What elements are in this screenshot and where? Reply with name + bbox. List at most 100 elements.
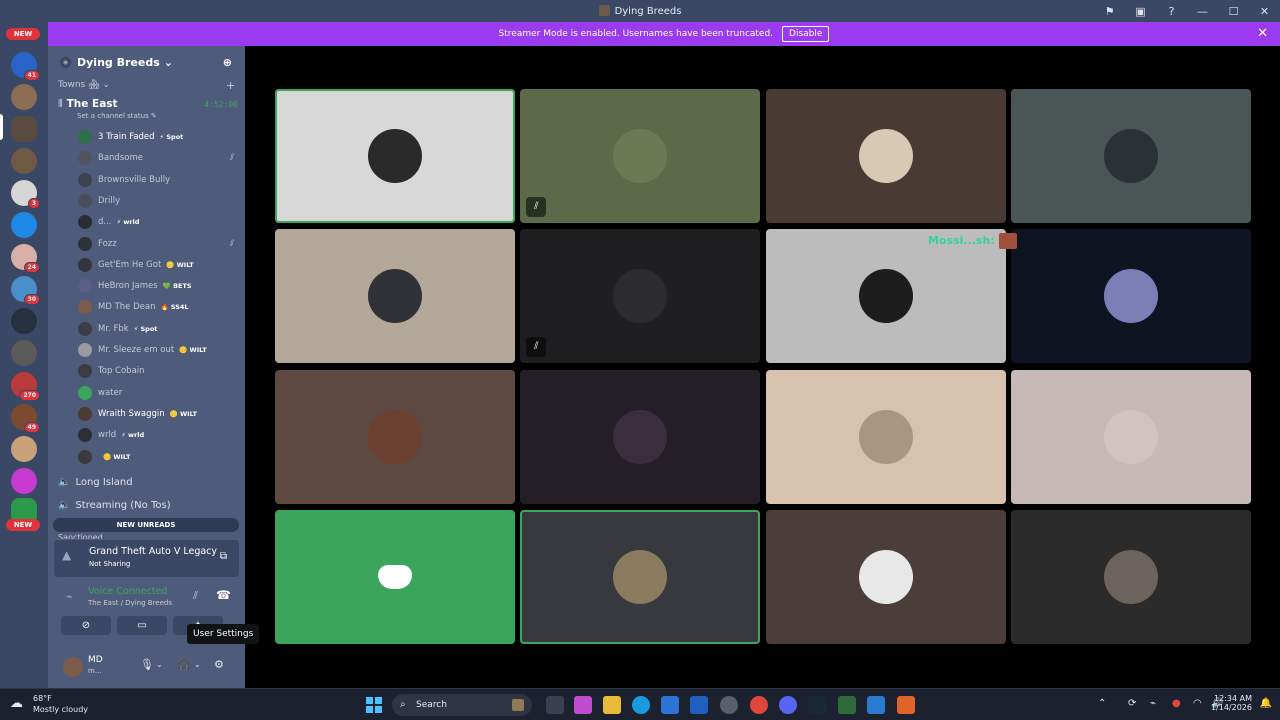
voice-member[interactable]: Drilly <box>78 191 238 211</box>
task-view-icon[interactable] <box>546 696 564 714</box>
video-tile[interactable] <box>1010 229 1251 364</box>
copilot-icon[interactable] <box>574 696 592 714</box>
video-tile[interactable] <box>765 509 1006 644</box>
voice-member[interactable]: water <box>78 383 238 403</box>
voice-member[interactable]: Brownsville Bully <box>78 170 238 190</box>
server-icon[interactable] <box>11 436 37 462</box>
voice-member[interactable]: MD The Dean 🔥 SS4L <box>78 297 238 317</box>
voice-member[interactable]: Fozz ⫽ <box>78 234 238 254</box>
video-tile[interactable] <box>520 509 761 644</box>
video-tile[interactable]: ⫽ <box>520 89 761 223</box>
video-tile[interactable] <box>1010 369 1251 504</box>
new-pill-bottom[interactable]: NEW <box>6 519 40 531</box>
video-tile[interactable] <box>275 229 515 364</box>
server-icon[interactable] <box>11 308 37 334</box>
voice-channel-streaming[interactable]: 🔈 Streaming (No Tos) <box>58 500 171 511</box>
voice-channel-long-island[interactable]: 🔈 Long Island <box>58 477 133 488</box>
new-pill-top[interactable]: NEW <box>6 28 40 40</box>
video-tile[interactable] <box>275 509 515 644</box>
gear-icon[interactable]: ⚙ <box>214 658 224 671</box>
screen-icon[interactable]: ▣ <box>1125 0 1156 22</box>
server-icon[interactable] <box>11 340 37 366</box>
voice-member[interactable]: wrld ⚡ wrld <box>78 425 238 445</box>
server-icon[interactable] <box>11 468 37 494</box>
noise-suppression-icon[interactable]: ⫽ <box>193 589 198 603</box>
video-tile[interactable] <box>765 89 1006 223</box>
voice-connected-location[interactable]: The East / Dying Breeds <box>88 599 172 607</box>
server-icon[interactable]: 49 <box>11 404 40 433</box>
voice-member[interactable]: Mr. Sleeze em out 🪙 WILT <box>78 340 238 360</box>
clock[interactable]: 12:34 AM 1/14/2026 <box>1211 694 1252 712</box>
new-unreads-pill[interactable]: NEW UNREADS <box>53 518 239 532</box>
server-icon[interactable]: 270 <box>11 372 40 401</box>
server-icon[interactable]: 3 <box>11 180 40 209</box>
start-button[interactable] <box>366 697 382 713</box>
video-tile[interactable] <box>1010 509 1251 644</box>
discord-icon[interactable] <box>779 696 797 714</box>
taskbar-search[interactable]: ⌕ Search <box>392 694 532 716</box>
voice-member[interactable]: Wraith Swaggin 🪙 WILT <box>78 404 238 424</box>
chevron-down-icon[interactable]: ⌄ <box>194 660 201 669</box>
sync-icon[interactable]: ⟳ <box>1128 698 1136 709</box>
server-icon-dying-breeds[interactable] <box>11 116 37 142</box>
headphones-icon[interactable]: 🎧 <box>177 658 191 671</box>
network-icon[interactable]: ⌁ <box>1150 698 1156 709</box>
server-icon[interactable] <box>11 84 37 110</box>
voice-member[interactable]: Bandsome ⫽ <box>78 148 238 168</box>
video-tile[interactable] <box>275 369 515 504</box>
close-window-button[interactable]: ✕ <box>1249 0 1280 22</box>
screen-share-button[interactable]: ▭ <box>117 616 167 635</box>
server-icon[interactable]: 30 <box>11 276 40 305</box>
voice-member[interactable]: d... ⚡ wrld <box>78 212 238 232</box>
chevron-up-icon[interactable]: ⌃ <box>1098 698 1106 709</box>
help-icon[interactable]: ? <box>1156 0 1187 22</box>
video-tile[interactable] <box>520 369 761 504</box>
maximize-button[interactable]: ☐ <box>1218 0 1249 22</box>
inbox-icon[interactable]: ⚑ <box>1094 0 1125 22</box>
close-banner-icon[interactable]: ✕ <box>1257 26 1268 41</box>
avatar[interactable] <box>63 657 83 677</box>
steam-icon[interactable] <box>808 696 826 714</box>
category-sanctioned[interactable]: Sanctioned <box>58 533 103 539</box>
guild-header[interactable]: ◉ Dying Breeds ⌄ ⊕ <box>48 46 245 78</box>
server-icon[interactable]: 24 <box>11 244 40 273</box>
chevron-down-icon[interactable]: ⌄ <box>156 660 163 669</box>
add-channel-icon[interactable]: + <box>226 79 235 92</box>
app-icon[interactable] <box>720 696 738 714</box>
xbox-icon[interactable] <box>838 696 856 714</box>
username[interactable]: MD <box>88 655 103 665</box>
bell-icon[interactable]: 🔔 <box>1260 698 1272 709</box>
voice-connected-title[interactable]: Voice Connected <box>88 586 167 597</box>
camera-off-button[interactable]: ⊘ <box>61 616 111 635</box>
video-tile[interactable] <box>1010 89 1251 223</box>
video-tile[interactable]: ⫽ <box>520 229 761 364</box>
edge-icon[interactable] <box>632 696 650 714</box>
set-channel-status[interactable]: Set a channel status ✎ <box>77 112 157 120</box>
video-tile[interactable] <box>765 369 1006 504</box>
server-icon[interactable] <box>11 212 37 238</box>
video-tile[interactable] <box>765 229 1006 364</box>
microphone-icon[interactable]: ● <box>1172 698 1181 709</box>
voice-member[interactable]: 3 Train Faded ⚡ Spot <box>78 127 238 147</box>
mail-icon[interactable] <box>690 696 708 714</box>
disable-streamer-mode-button[interactable]: Disable <box>782 26 830 42</box>
share-screen-icon[interactable]: ⧉ <box>220 551 227 562</box>
voice-member[interactable]: HeBron James 💚 BETS <box>78 276 238 296</box>
photos-icon[interactable] <box>867 696 885 714</box>
video-tile[interactable] <box>275 89 515 223</box>
voice-member[interactable]: Mr. Fbk ⚡ Spot <box>78 319 238 339</box>
voice-member[interactable]: Top Cobain <box>78 361 238 381</box>
server-icon[interactable] <box>11 148 37 174</box>
invite-people-icon[interactable]: ⊕ <box>223 56 232 69</box>
store-icon[interactable] <box>661 696 679 714</box>
file-explorer-icon[interactable] <box>603 696 621 714</box>
voice-member[interactable]: Get'Em He Got 🪙 WILT <box>78 255 238 275</box>
wifi-icon[interactable]: ◠ <box>1193 698 1202 709</box>
chrome-icon[interactable] <box>750 696 768 714</box>
microphone-icon[interactable]: 🎙 <box>140 658 154 671</box>
server-icon[interactable]: 41 <box>11 52 40 81</box>
minimize-button[interactable]: — <box>1187 0 1218 22</box>
app-icon[interactable] <box>897 696 915 714</box>
voice-member[interactable]: 🪙 WILT <box>78 447 238 467</box>
category-towns[interactable]: Towns 🏘 ⌄ + <box>58 79 235 92</box>
